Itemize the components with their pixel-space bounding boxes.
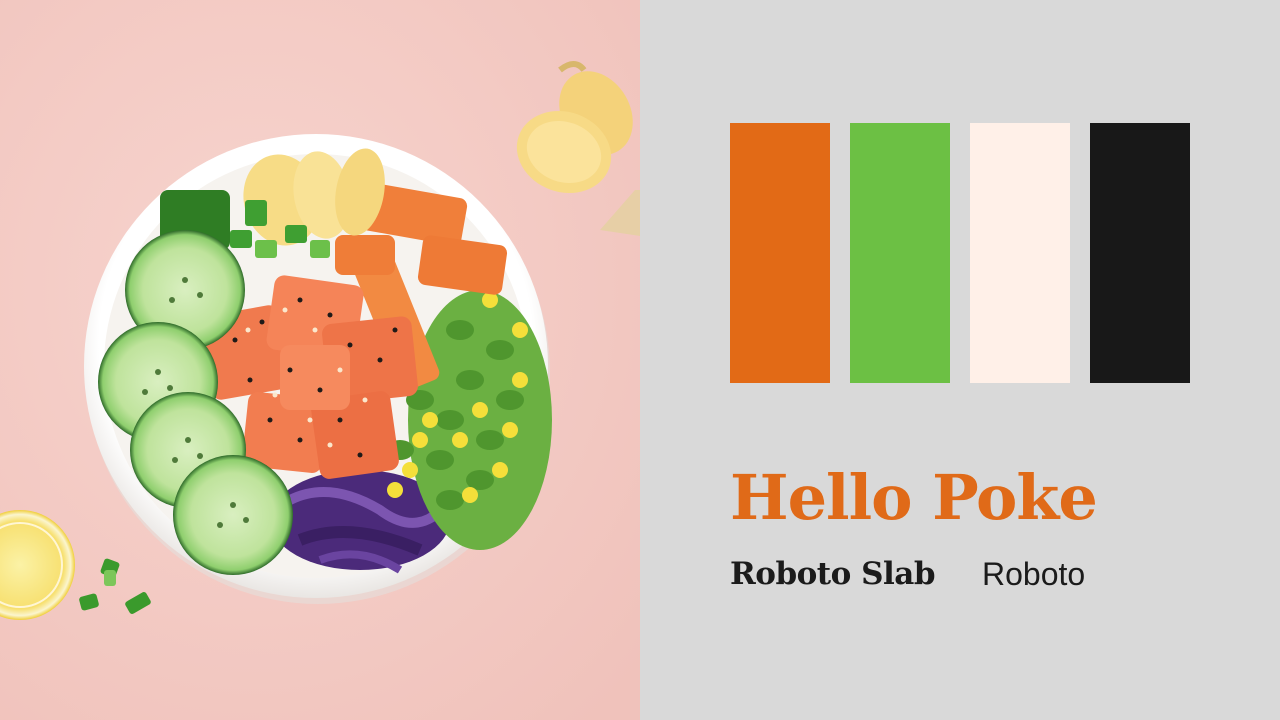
body-font-label: Roboto bbox=[982, 556, 1086, 592]
color-swatch-green bbox=[850, 123, 950, 383]
color-swatch-cream bbox=[970, 123, 1070, 383]
poke-bowl-photo bbox=[0, 0, 640, 720]
color-swatch-orange bbox=[730, 123, 830, 383]
heading-font-label: Roboto Slab bbox=[730, 556, 936, 592]
brand-name: Hello Poke bbox=[730, 461, 1098, 534]
color-swatch-black bbox=[1090, 123, 1190, 383]
